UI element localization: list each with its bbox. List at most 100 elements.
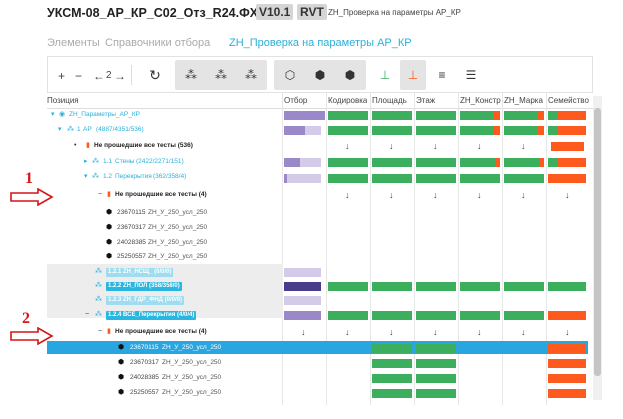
mark-fail-bar	[540, 158, 544, 167]
element-id[interactable]: 23670115	[117, 209, 145, 217]
failed-tests-label[interactable]: Не прошедшие все тесты (536)	[94, 142, 193, 150]
hierarchy-icon: ⁂	[92, 173, 99, 180]
element-id[interactable]: 23670317	[130, 359, 159, 367]
filter-bar	[284, 111, 325, 120]
element-id[interactable]: 23670317	[117, 224, 146, 232]
element-label[interactable]: ZH_У_250_усл_250	[148, 253, 207, 261]
tree-node-label[interactable]: АР	[83, 126, 92, 134]
element-label[interactable]: ZH_У_250_усл_250	[162, 344, 221, 352]
subgroup-chip[interactable]: 1.2.2 ZH_ПОЛ (358/358/0)	[106, 282, 182, 291]
element-id[interactable]: 24028385	[117, 239, 146, 247]
hierarchy-filled-icon[interactable]: ⁂	[211, 66, 231, 84]
col-area[interactable]: Площадь	[372, 96, 407, 105]
level-forward-button[interactable]: →	[114, 69, 126, 83]
column-divider	[326, 93, 327, 405]
hexagon-icon[interactable]: ⬢	[340, 66, 360, 84]
collapse-toggle[interactable]: −	[98, 328, 102, 336]
sort-arrow-icon[interactable]: ↓	[433, 142, 438, 151]
subgroup-chip[interactable]: 1.2.3 ZH_ГДР_ФНД (0/0/0)	[106, 296, 184, 305]
expand-toggle[interactable]: ▾	[58, 126, 62, 134]
hierarchy-icon: ⁂	[67, 126, 74, 133]
list-icon[interactable]: ☰	[461, 66, 481, 84]
tree-node-label[interactable]: Стены	[115, 158, 134, 166]
sort-arrow-icon[interactable]: ↓	[477, 191, 482, 200]
collapse-button[interactable]: −	[75, 69, 82, 83]
filter-icon[interactable]: ≡	[432, 66, 452, 84]
element-id[interactable]: 25250557	[130, 389, 159, 397]
element-label[interactable]: ZH_У_250_усл_250	[162, 359, 221, 367]
tree-node-label[interactable]: Перекрытия	[115, 173, 152, 181]
element-id[interactable]: 23670115	[130, 344, 158, 352]
expand-toggle[interactable]: ▾	[51, 111, 55, 119]
hierarchy-icon[interactable]: ⁂	[181, 66, 201, 84]
scrollbar-thumb[interactable]	[594, 108, 601, 376]
version-badge: V10.1	[256, 4, 294, 20]
coding-bar	[328, 158, 368, 167]
test-tube-failed-icon[interactable]: ⊥	[403, 66, 423, 84]
collapse-toggle[interactable]: −	[98, 191, 102, 199]
tree-node-count: (4887/4351/536)	[96, 126, 144, 133]
level-back-button[interactable]: ←	[93, 69, 105, 83]
nav-parameter-check[interactable]: ZH_Проверка на параметры АР_КР	[229, 37, 412, 49]
filter-bar-light	[300, 158, 321, 167]
col-position[interactable]: Позиция	[47, 96, 79, 105]
filter-bar-light	[305, 126, 321, 135]
nav-references[interactable]: Справочники отбора	[105, 37, 210, 49]
hierarchy-dark-icon[interactable]: ⁂	[241, 66, 261, 84]
cube-icon[interactable]: ⬢	[310, 66, 330, 84]
expand-button[interactable]: +	[58, 69, 65, 83]
expand-toggle[interactable]: ▾	[84, 173, 88, 181]
collapse-toggle[interactable]: −	[85, 311, 89, 319]
col-family[interactable]: Семейство	[548, 96, 594, 105]
family-fail-bar	[558, 111, 586, 120]
test-tube-passed-icon[interactable]: ⊥	[375, 66, 395, 84]
family-fail-bar	[548, 344, 586, 353]
element-id[interactable]: 24028385	[130, 374, 159, 382]
refresh-icon[interactable]: ↻	[145, 66, 165, 84]
sort-arrow-icon[interactable]: ↓	[301, 328, 306, 337]
sort-arrow-icon[interactable]: ↓	[521, 191, 526, 200]
test-tube-failed-icon: ▮	[107, 328, 111, 335]
cube-outline-icon[interactable]: ⬡	[280, 66, 300, 84]
tree-node-number: 1.1	[103, 158, 113, 165]
sort-arrow-icon[interactable]: ↓	[433, 328, 438, 337]
sort-arrow-icon[interactable]: ↓	[521, 142, 526, 151]
element-label[interactable]: ZH_У_250_усл_250	[162, 374, 221, 382]
element-id[interactable]: 25250557	[117, 253, 146, 261]
mark-fail-bar	[537, 111, 544, 120]
col-coding[interactable]: Кодировка	[328, 96, 367, 105]
col-construct[interactable]: ZH_Констр	[460, 96, 503, 105]
selected-row[interactable]	[47, 341, 588, 354]
sort-arrow-icon[interactable]: ↓	[477, 142, 482, 151]
element-label[interactable]: ZH_У_250_усл_250	[148, 224, 207, 232]
col-floor[interactable]: Этаж	[416, 96, 435, 105]
nav-elements[interactable]: Элементы	[47, 37, 100, 49]
sort-arrow-icon[interactable]: ↓	[389, 328, 394, 337]
subgroup-chip[interactable]: 1.2.1 ZH_НСЩ_ (0/0/0)	[106, 268, 174, 277]
element-label[interactable]: ZH_У_250_усл_250	[162, 389, 221, 397]
sort-arrow-icon[interactable]: ↓	[345, 191, 350, 200]
sort-arrow-icon[interactable]: ↓	[345, 328, 350, 337]
sort-arrow-icon[interactable]: ↓	[521, 328, 526, 337]
sort-arrow-icon[interactable]: ↓	[389, 142, 394, 151]
sort-arrow-icon[interactable]: ↓	[477, 328, 482, 337]
sort-arrow-icon[interactable]: ↓	[565, 328, 570, 337]
family-fail-bar	[548, 374, 586, 383]
failed-tests-label[interactable]: Не прошедшие все тесты (4)	[115, 328, 207, 336]
construct-bar	[460, 126, 494, 135]
subgroup-chip[interactable]: 1.2.4 ВСЕ_Перекрытия (4/0/4)	[106, 311, 197, 320]
failed-tests-label[interactable]: Не прошедшие все тесты (4)	[115, 191, 207, 199]
col-filter[interactable]: Отбор	[284, 96, 307, 105]
col-mark[interactable]: ZH_Марка	[504, 96, 547, 105]
tree-root-label[interactable]: ZH_Параметры_АР_КР	[69, 111, 140, 119]
sort-arrow-icon[interactable]: ↓	[345, 142, 350, 151]
sort-arrow-icon[interactable]: ↓	[565, 191, 570, 200]
family-bar	[548, 158, 558, 167]
sort-arrow-icon[interactable]: ↓	[433, 191, 438, 200]
family-fail-bar	[558, 158, 586, 167]
element-label[interactable]: ZH_У_250_усл_250	[148, 209, 207, 217]
expand-toggle[interactable]: ▸	[84, 158, 88, 166]
sort-arrow-icon[interactable]: ↓	[389, 191, 394, 200]
test-tube-failed-icon: ▮	[86, 142, 90, 149]
element-label[interactable]: ZH_У_250_усл_250	[148, 239, 207, 247]
